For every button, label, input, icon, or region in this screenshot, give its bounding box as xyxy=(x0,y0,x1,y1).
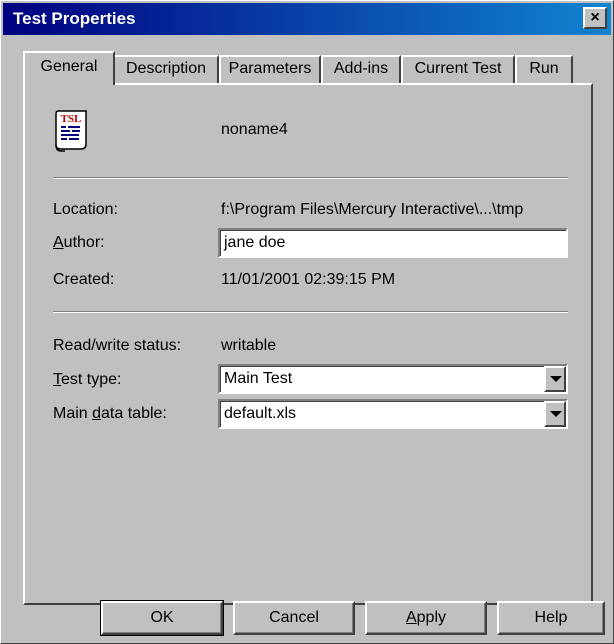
main-data-table-dropdown-arrow-icon[interactable] xyxy=(544,401,566,427)
location-label: Location: xyxy=(53,201,118,218)
tab-add-ins[interactable]: Add-ins xyxy=(321,55,401,83)
close-button[interactable]: × xyxy=(583,7,607,29)
test-name: noname4 xyxy=(221,121,288,138)
location-value: f:\Program Files\Mercury Interactive\...… xyxy=(221,201,524,218)
tab-current-test[interactable]: Current Test xyxy=(401,55,515,83)
read-write-status-label: Read/write status: xyxy=(53,337,182,354)
tab-parameters[interactable]: Parameters xyxy=(219,55,321,83)
test-type-label: Test type: xyxy=(53,371,122,388)
read-write-status-value: writable xyxy=(221,337,277,354)
tsl-icon-label: TSL xyxy=(61,113,82,125)
apply-button[interactable]: Apply xyxy=(365,601,487,635)
tab-strip: General Description Parameters Add-ins C… xyxy=(23,51,593,85)
test-type-value: Main Test xyxy=(224,370,293,387)
tab-run[interactable]: Run xyxy=(515,55,573,83)
main-data-table-value: default.xls xyxy=(224,405,297,422)
author-input[interactable]: jane doe xyxy=(218,228,568,258)
separator-middle xyxy=(53,311,568,313)
tsl-script-icon: TSL xyxy=(55,110,87,152)
separator-top xyxy=(53,177,568,179)
test-properties-dialog: Test Properties × General Description Pa… xyxy=(0,0,614,644)
title-bar[interactable]: Test Properties × xyxy=(3,3,611,35)
author-label: Author: xyxy=(53,234,105,251)
main-data-table-label: Main data table: xyxy=(53,405,167,422)
tab-description[interactable]: Description xyxy=(113,55,219,83)
created-value: 11/01/2001 02:39:15 PM xyxy=(221,271,396,288)
main-data-table-select[interactable]: default.xls xyxy=(218,399,568,429)
window-title: Test Properties xyxy=(13,9,136,28)
created-label: Created: xyxy=(53,271,115,288)
help-button[interactable]: Help xyxy=(497,601,605,635)
test-type-select[interactable]: Main Test xyxy=(218,364,568,394)
test-type-dropdown-arrow-icon[interactable] xyxy=(544,366,566,392)
tab-general[interactable]: General xyxy=(23,51,115,85)
cancel-button[interactable]: Cancel xyxy=(233,601,355,635)
ok-button[interactable]: OK xyxy=(100,600,224,636)
